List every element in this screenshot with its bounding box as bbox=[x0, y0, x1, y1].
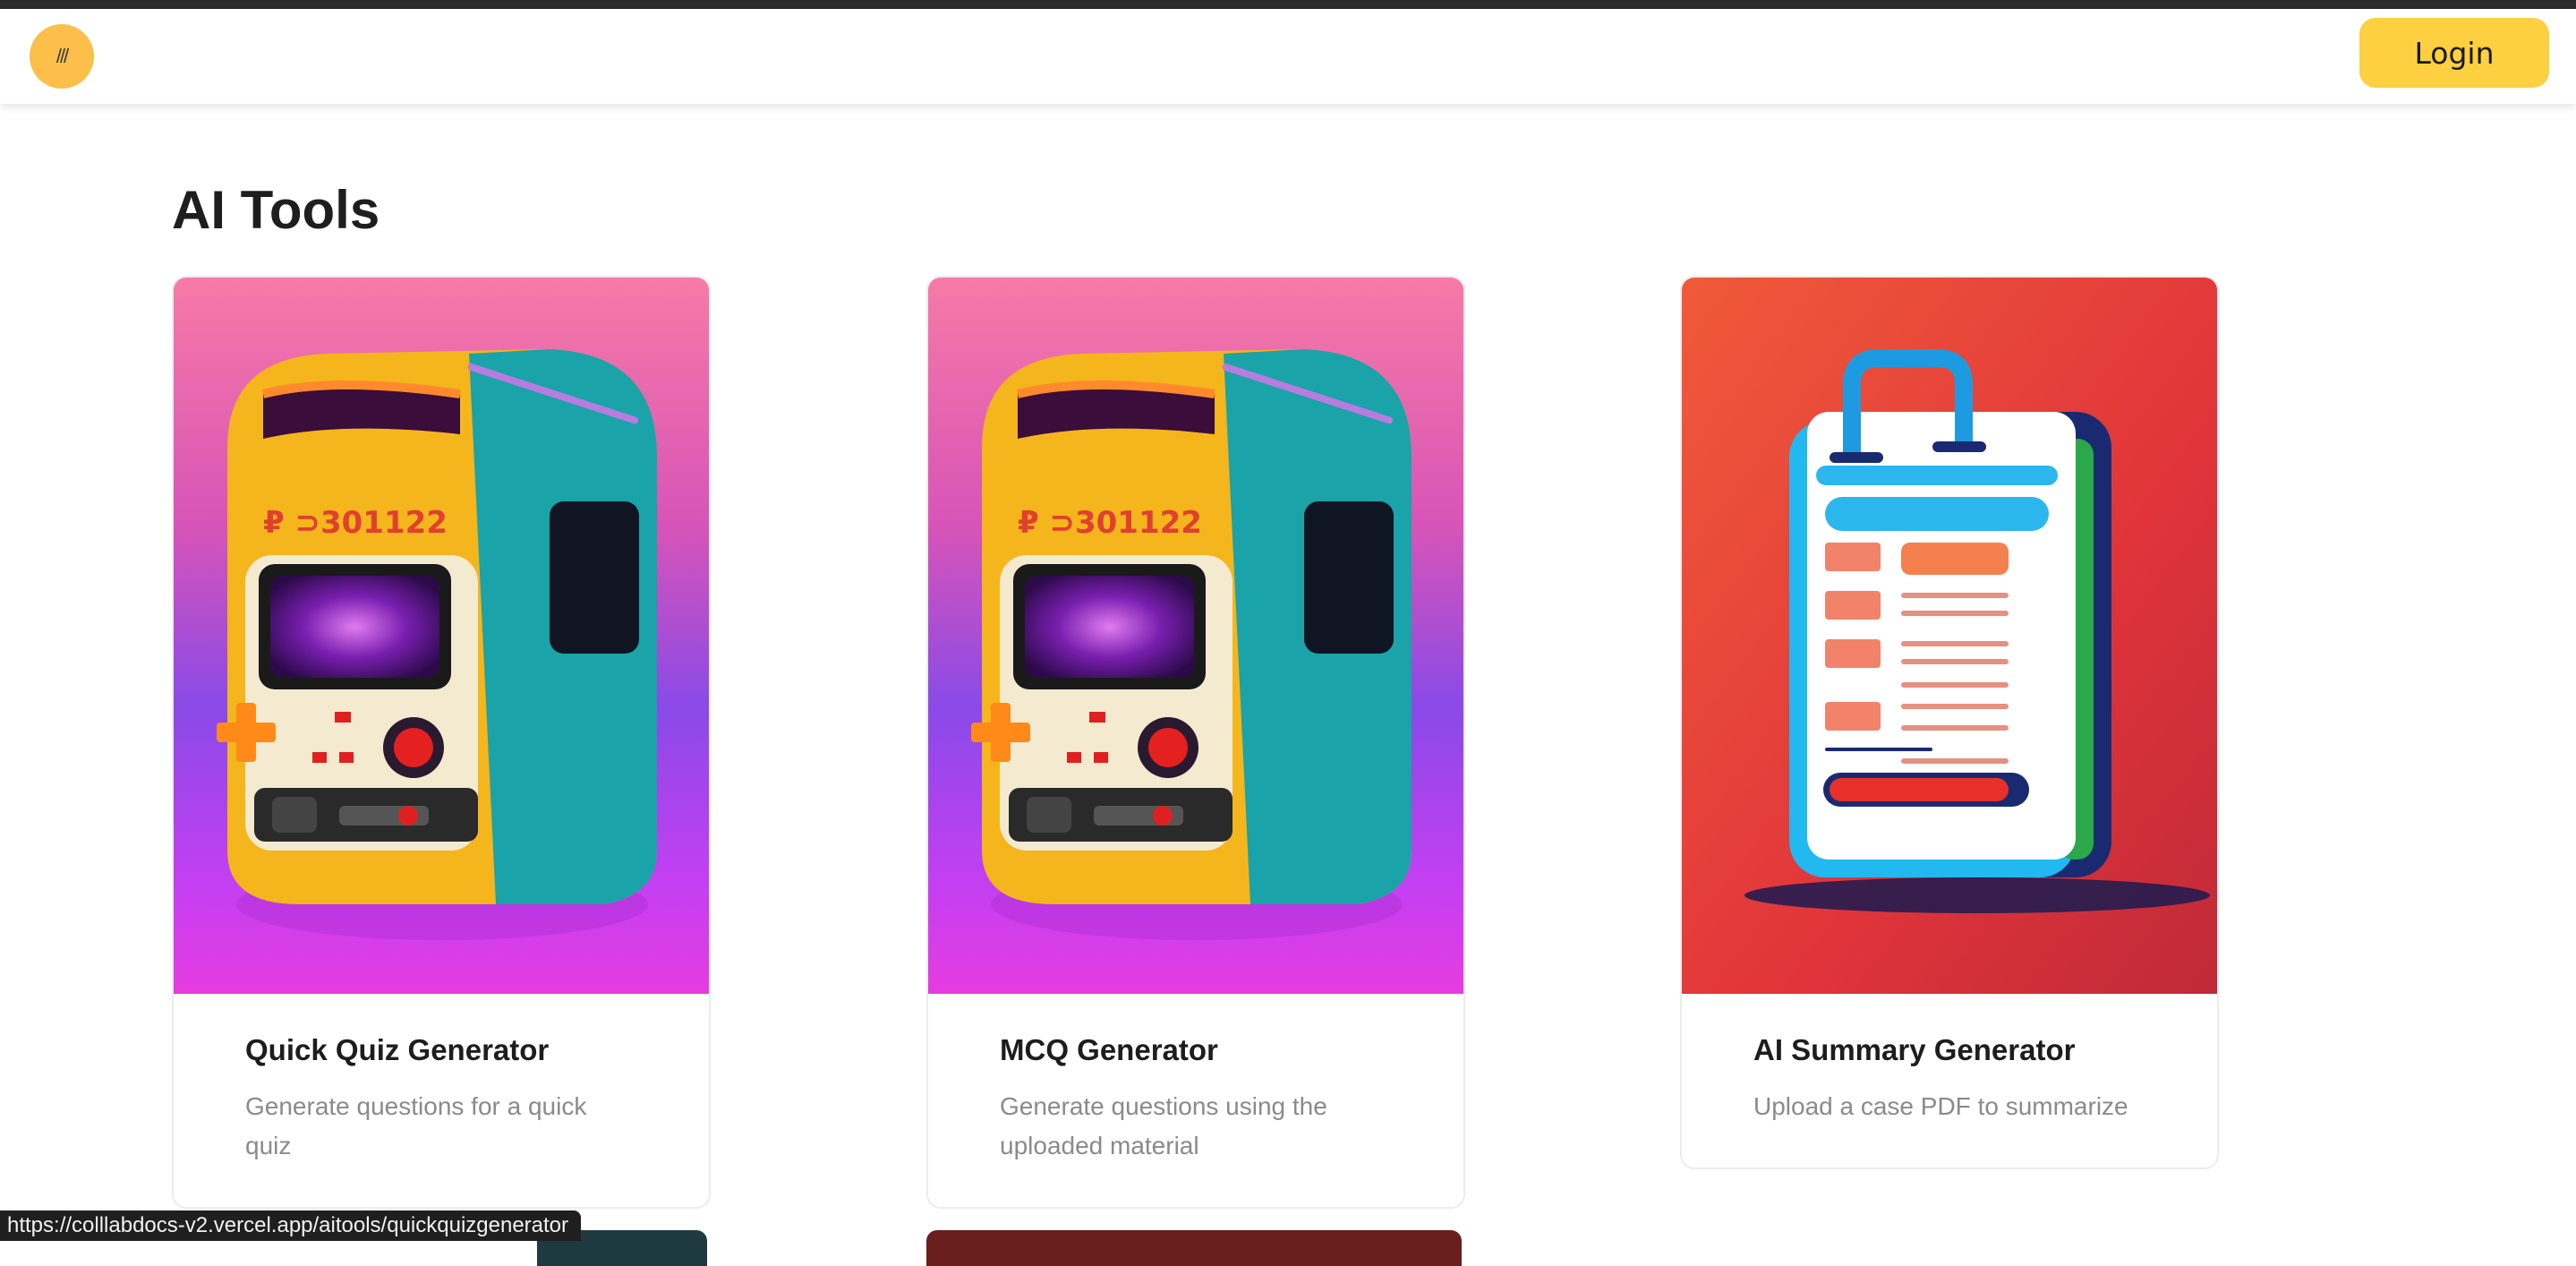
card-body: MCQ Generator Generate questions using t… bbox=[928, 994, 1463, 1207]
card-description: Generate questions for a quick quiz bbox=[245, 1092, 587, 1159]
menu-button[interactable]: /// bbox=[30, 24, 94, 89]
card-title: Quick Quiz Generator bbox=[245, 1033, 550, 1066]
card-description: Upload a case PDF to summarize bbox=[1753, 1092, 2128, 1120]
browser-top-strip bbox=[0, 0, 2576, 9]
login-button[interactable]: Login bbox=[2359, 18, 2549, 88]
machine-display-code: ₽ ⊃301122 bbox=[263, 505, 448, 541]
clipboard-document-image bbox=[1682, 278, 2217, 994]
card-description: Generate questions using the uploaded ma… bbox=[1000, 1092, 1327, 1159]
page-title: AI Tools bbox=[172, 180, 380, 240]
machine-display-code: ₽ ⊃301122 bbox=[1018, 505, 1202, 541]
quiz-machine-image: ₽ ⊃301122 bbox=[174, 278, 709, 994]
card-title: MCQ Generator bbox=[1000, 1033, 1218, 1066]
status-bar-url: https://colllabdocs-v2.vercel.app/aitool… bbox=[0, 1210, 582, 1241]
tool-card-ai-summary[interactable]: AI Summary Generator Upload a case PDF t… bbox=[1680, 276, 2219, 1169]
tool-card-mcq[interactable]: ₽ ⊃301122 MCQ Generator Generate questio… bbox=[926, 276, 1465, 1209]
navbar: /// Login bbox=[0, 9, 2576, 104]
card-body: Quick Quiz Generator Generate questions … bbox=[174, 994, 709, 1207]
next-row-card-peek[interactable] bbox=[926, 1230, 1462, 1266]
tool-card-quick-quiz[interactable]: ₽ ⊃301122 Quick Quiz Generator Generate … bbox=[172, 276, 711, 1209]
card-title: AI Summary Generator bbox=[1753, 1033, 2076, 1066]
quiz-machine-image: ₽ ⊃301122 bbox=[928, 278, 1463, 994]
menu-icon: /// bbox=[55, 45, 69, 67]
card-body: AI Summary Generator Upload a case PDF t… bbox=[1682, 994, 2217, 1168]
